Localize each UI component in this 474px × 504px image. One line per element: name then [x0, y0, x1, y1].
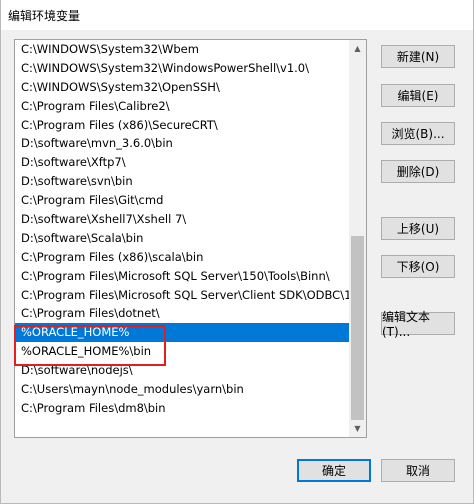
scroll-thumb[interactable] [351, 236, 364, 420]
move-up-button[interactable]: 上移(U) [381, 217, 455, 240]
path-list-item[interactable]: D:\software\Xshell7\Xshell 7\ [15, 210, 351, 229]
edit-text-button[interactable]: 编辑文本(T)... [381, 310, 455, 339]
path-list-item[interactable]: D:\software\Xftp7\ [15, 153, 351, 172]
path-list-item[interactable]: D:\software\Scala\bin [15, 229, 351, 248]
path-list-item[interactable]: C:\Program Files\Microsoft SQL Server\Cl… [15, 286, 351, 305]
path-list-item[interactable]: C:\WINDOWS\System32\OpenSSH\ [15, 78, 351, 97]
path-list-item[interactable]: C:\Program Files\dm8\bin [15, 399, 351, 418]
ok-button[interactable]: 确定 [297, 459, 371, 482]
delete-button[interactable]: 删除(D) [381, 160, 455, 183]
path-list-item[interactable]: D:\software\nodejs\ [15, 361, 351, 380]
title-bar: 编辑环境变量 [0, 0, 474, 30]
path-list-item[interactable]: C:\Program Files\dotnet\ [15, 304, 351, 323]
browse-button[interactable]: 浏览(B)... [381, 122, 455, 145]
cancel-button[interactable]: 取消 [381, 459, 455, 482]
path-list-item[interactable]: C:\Program Files\Microsoft SQL Server\15… [15, 267, 351, 286]
window-title: 编辑环境变量 [8, 9, 81, 23]
edit-button[interactable]: 编辑(E) [381, 84, 455, 107]
path-list-item[interactable]: C:\WINDOWS\System32\WindowsPowerShell\v1… [15, 59, 351, 78]
path-list-item[interactable]: C:\Program Files (x86)\scala\bin [15, 248, 351, 267]
path-list-item[interactable]: C:\Users\mayn\node_modules\yarn\bin [15, 380, 351, 399]
vertical-scrollbar[interactable]: ▲ ▼ [349, 40, 366, 437]
path-list-item[interactable]: C:\Program Files (x86)\SecureCRT\ [15, 116, 351, 135]
scroll-down-arrow-icon[interactable]: ▼ [349, 420, 366, 437]
new-button[interactable]: 新建(N) [381, 45, 455, 68]
path-list-item[interactable]: D:\software\svn\bin [15, 172, 351, 191]
path-list-item[interactable]: C:\WINDOWS\System32\Wbem [15, 40, 351, 59]
path-list-item[interactable]: C:\Program Files\Git\cmd [15, 191, 351, 210]
scroll-up-arrow-icon[interactable]: ▲ [349, 40, 366, 57]
path-list-item[interactable]: C:\Program Files\Calibre2\ [15, 97, 351, 116]
path-list-item[interactable]: %ORACLE_HOME%\bin [15, 342, 351, 361]
move-down-button[interactable]: 下移(O) [381, 255, 455, 278]
path-listbox[interactable]: C:\WINDOWS\System32\Wbem C:\WINDOWS\Syste… [14, 39, 367, 438]
path-list-item[interactable]: %ORACLE_HOME% [15, 323, 351, 343]
path-list-item[interactable]: D:\software\mvn_3.6.0\bin [15, 134, 351, 153]
path-list-items: C:\WINDOWS\System32\Wbem C:\WINDOWS\Syste… [15, 40, 351, 437]
